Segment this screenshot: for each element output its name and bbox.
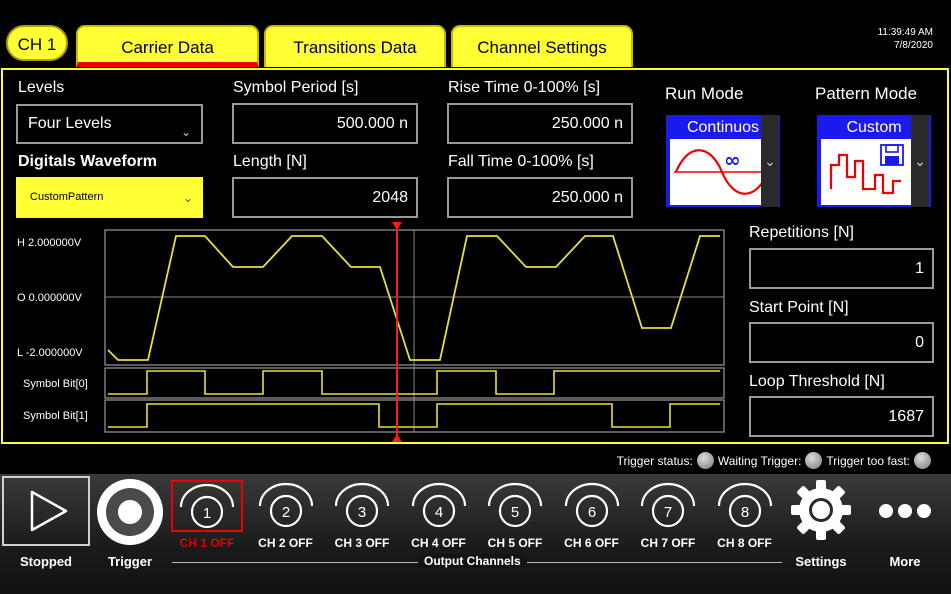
- settings-button[interactable]: [790, 477, 852, 543]
- channel-2-label: CH 2 OFF: [258, 536, 313, 550]
- channel-1-icon: 1: [179, 483, 235, 529]
- channel-8-label: CH 8 OFF: [717, 536, 772, 550]
- more-label: More: [889, 554, 921, 569]
- trigger-status-led-icon: [696, 452, 714, 469]
- play-button[interactable]: [2, 476, 90, 546]
- channel-number: 5: [511, 504, 519, 521]
- waiting-trigger-label: Waiting Trigger:: [717, 453, 802, 468]
- channel-button-3[interactable]: 3 CH 3 OFF: [330, 480, 394, 550]
- trigger-label: Trigger: [107, 554, 153, 569]
- channel-number: 6: [587, 504, 595, 521]
- channel-7-label: CH 7 OFF: [640, 536, 696, 550]
- stopped-label: Stopped: [20, 554, 72, 569]
- output-channels-label: Output Channels: [418, 554, 527, 568]
- trigger-status-label: Trigger status:: [616, 453, 693, 468]
- channel-button-8[interactable]: 8 CH 8 OFF: [713, 480, 777, 550]
- channel-number: 2: [281, 504, 289, 521]
- trigger-too-fast-label: Trigger too fast:: [826, 453, 910, 468]
- channel-5-label: CH 5 OFF: [487, 536, 543, 550]
- more-button[interactable]: [872, 497, 938, 525]
- channel-number: 8: [740, 504, 748, 521]
- channel-button-5[interactable]: 5 CH 5 OFF: [483, 480, 547, 550]
- play-icon: [30, 490, 68, 532]
- channel-2-icon: 2: [258, 482, 313, 528]
- trigger-too-fast-led-icon: [914, 452, 931, 469]
- channel-4-icon: 4: [411, 482, 466, 528]
- channel-3-label: CH 3 OFF: [334, 536, 390, 550]
- channel-button-4[interactable]: 4 CH 4 OFF: [407, 480, 471, 550]
- channel-3-icon: 3: [334, 482, 390, 528]
- channel-number: 1: [203, 505, 211, 522]
- channel-4-label: CH 4 OFF: [411, 536, 466, 550]
- channel-1-label: CH 1 OFF: [179, 536, 235, 550]
- channel-button-7[interactable]: 7 CH 7 OFF: [636, 480, 700, 550]
- channel-number: 4: [434, 504, 442, 521]
- gear-icon: [791, 480, 851, 540]
- waiting-trigger-led-icon: [805, 452, 823, 469]
- channel-6-icon: 6: [564, 482, 619, 528]
- channel-button-2[interactable]: 2 CH 2 OFF: [254, 480, 318, 550]
- channel-5-icon: 5: [487, 482, 543, 528]
- more-dots-icon: [879, 504, 931, 518]
- channel-number: 7: [664, 504, 672, 521]
- channel-button-6[interactable]: 6 CH 6 OFF: [560, 480, 624, 550]
- trigger-icon: [97, 479, 163, 545]
- channel-7-icon: 7: [640, 482, 696, 528]
- channel-6-label: CH 6 OFF: [564, 536, 619, 550]
- channel-button-1[interactable]: 1 CH 1 OFF: [171, 480, 243, 550]
- settings-label: Settings: [795, 554, 847, 569]
- channel-number: 3: [358, 504, 366, 521]
- trigger-button[interactable]: [94, 476, 166, 548]
- channel-8-icon: 8: [717, 482, 772, 528]
- trigger-status-row: Trigger status: Waiting Trigger: Trigger…: [617, 452, 931, 469]
